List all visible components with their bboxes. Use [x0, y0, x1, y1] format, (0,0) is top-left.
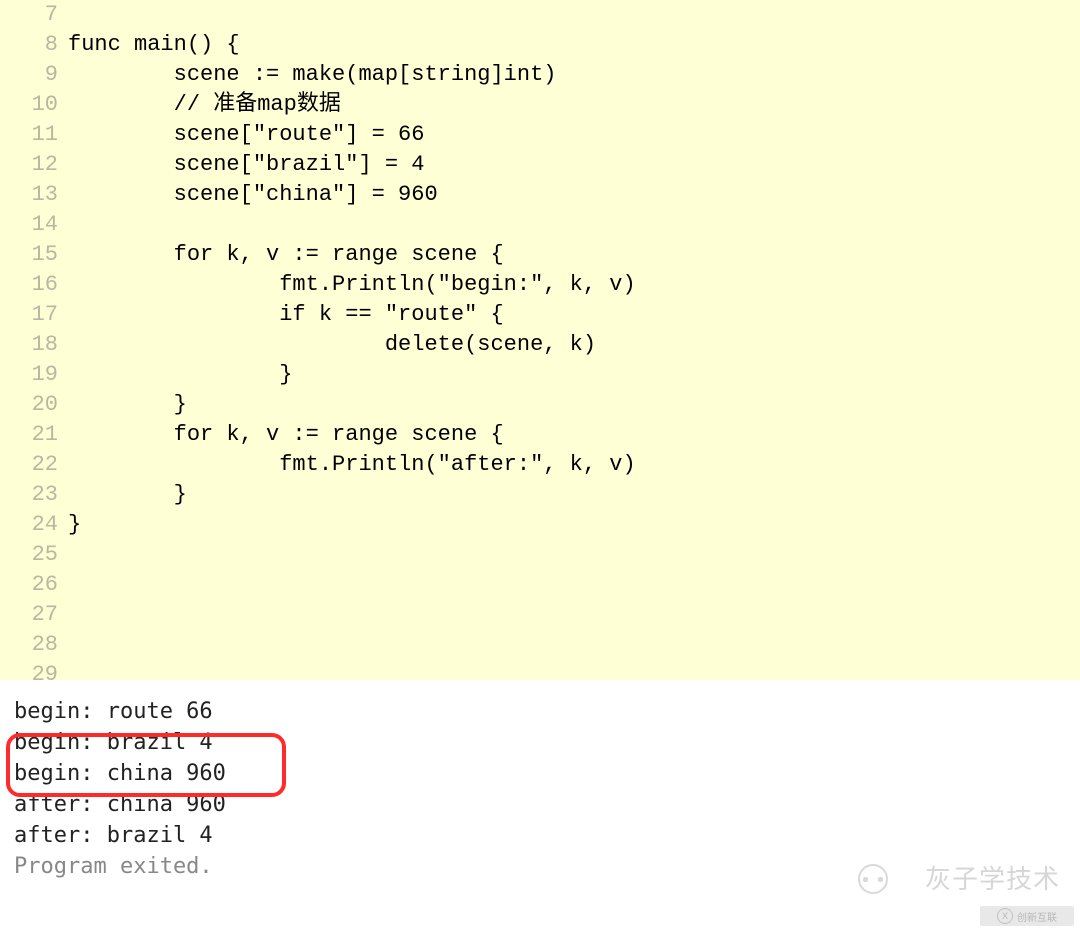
line-number: 12 [0, 150, 68, 180]
output-line: Program exited. [14, 851, 1080, 882]
code-line: 11 scene["route"] = 66 [0, 120, 1080, 150]
output-line: begin: route 66 [14, 696, 1080, 727]
code-line: 27 [0, 600, 1080, 630]
output-line: after: brazil 4 [14, 820, 1080, 851]
code-text: } [68, 360, 292, 390]
code-line: 8func main() { [0, 30, 1080, 60]
code-editor: 78func main() {9 scene := make(map[strin… [0, 0, 1080, 680]
wechat-icon [858, 864, 888, 894]
line-number: 14 [0, 210, 68, 240]
line-number: 7 [0, 0, 68, 30]
code-text: func main() { [68, 30, 240, 60]
code-text: scene["brazil"] = 4 [68, 150, 424, 180]
code-text: } [68, 510, 81, 540]
output-line: after: china 960 [14, 789, 1080, 820]
code-line: 10 // 准备map数据 [0, 90, 1080, 120]
line-number: 15 [0, 240, 68, 270]
code-text: } [68, 480, 187, 510]
code-line: 14 [0, 210, 1080, 240]
line-number: 20 [0, 390, 68, 420]
code-text: scene["china"] = 960 [68, 180, 438, 210]
code-text: scene["route"] = 66 [68, 120, 424, 150]
line-number: 16 [0, 270, 68, 300]
code-line: 24} [0, 510, 1080, 540]
code-line: 13 scene["china"] = 960 [0, 180, 1080, 210]
line-number: 19 [0, 360, 68, 390]
line-number: 25 [0, 540, 68, 570]
watermark-text: 灰子学技术 [925, 859, 1060, 896]
program-output: begin: route 66begin: brazil 4begin: chi… [0, 680, 1080, 882]
code-line: 26 [0, 570, 1080, 600]
code-text: if k == "route" { [68, 300, 504, 330]
line-number: 9 [0, 60, 68, 90]
code-line: 23 } [0, 480, 1080, 510]
line-number: 21 [0, 420, 68, 450]
code-text: } [68, 390, 187, 420]
output-line: begin: china 960 [14, 758, 1080, 789]
code-text: scene := make(map[string]int) [68, 60, 556, 90]
code-line: 17 if k == "route" { [0, 300, 1080, 330]
code-text: for k, v := range scene { [68, 420, 504, 450]
watermark-logo: X创新互联 [980, 906, 1074, 926]
code-line: 21 for k, v := range scene { [0, 420, 1080, 450]
line-number: 17 [0, 300, 68, 330]
line-number: 11 [0, 120, 68, 150]
code-text: for k, v := range scene { [68, 240, 504, 270]
code-line: 25 [0, 540, 1080, 570]
code-line: 16 fmt.Println("begin:", k, v) [0, 270, 1080, 300]
code-text: // 准备map数据 [68, 90, 341, 120]
code-line: 12 scene["brazil"] = 4 [0, 150, 1080, 180]
code-line: 20 } [0, 390, 1080, 420]
code-line: 7 [0, 0, 1080, 30]
code-text: delete(scene, k) [68, 330, 596, 360]
output-line: begin: brazil 4 [14, 727, 1080, 758]
line-number: 27 [0, 600, 68, 630]
code-text: fmt.Println("begin:", k, v) [68, 270, 636, 300]
code-line: 28 [0, 630, 1080, 660]
line-number: 13 [0, 180, 68, 210]
code-line: 18 delete(scene, k) [0, 330, 1080, 360]
line-number: 8 [0, 30, 68, 60]
line-number: 28 [0, 630, 68, 660]
line-number: 18 [0, 330, 68, 360]
line-number: 10 [0, 90, 68, 120]
code-line: 19 } [0, 360, 1080, 390]
code-line: 15 for k, v := range scene { [0, 240, 1080, 270]
line-number: 29 [0, 660, 68, 690]
code-text: fmt.Println("after:", k, v) [68, 450, 636, 480]
line-number: 26 [0, 570, 68, 600]
line-number: 23 [0, 480, 68, 510]
code-line: 9 scene := make(map[string]int) [0, 60, 1080, 90]
line-number: 22 [0, 450, 68, 480]
line-number: 24 [0, 510, 68, 540]
code-line: 22 fmt.Println("after:", k, v) [0, 450, 1080, 480]
